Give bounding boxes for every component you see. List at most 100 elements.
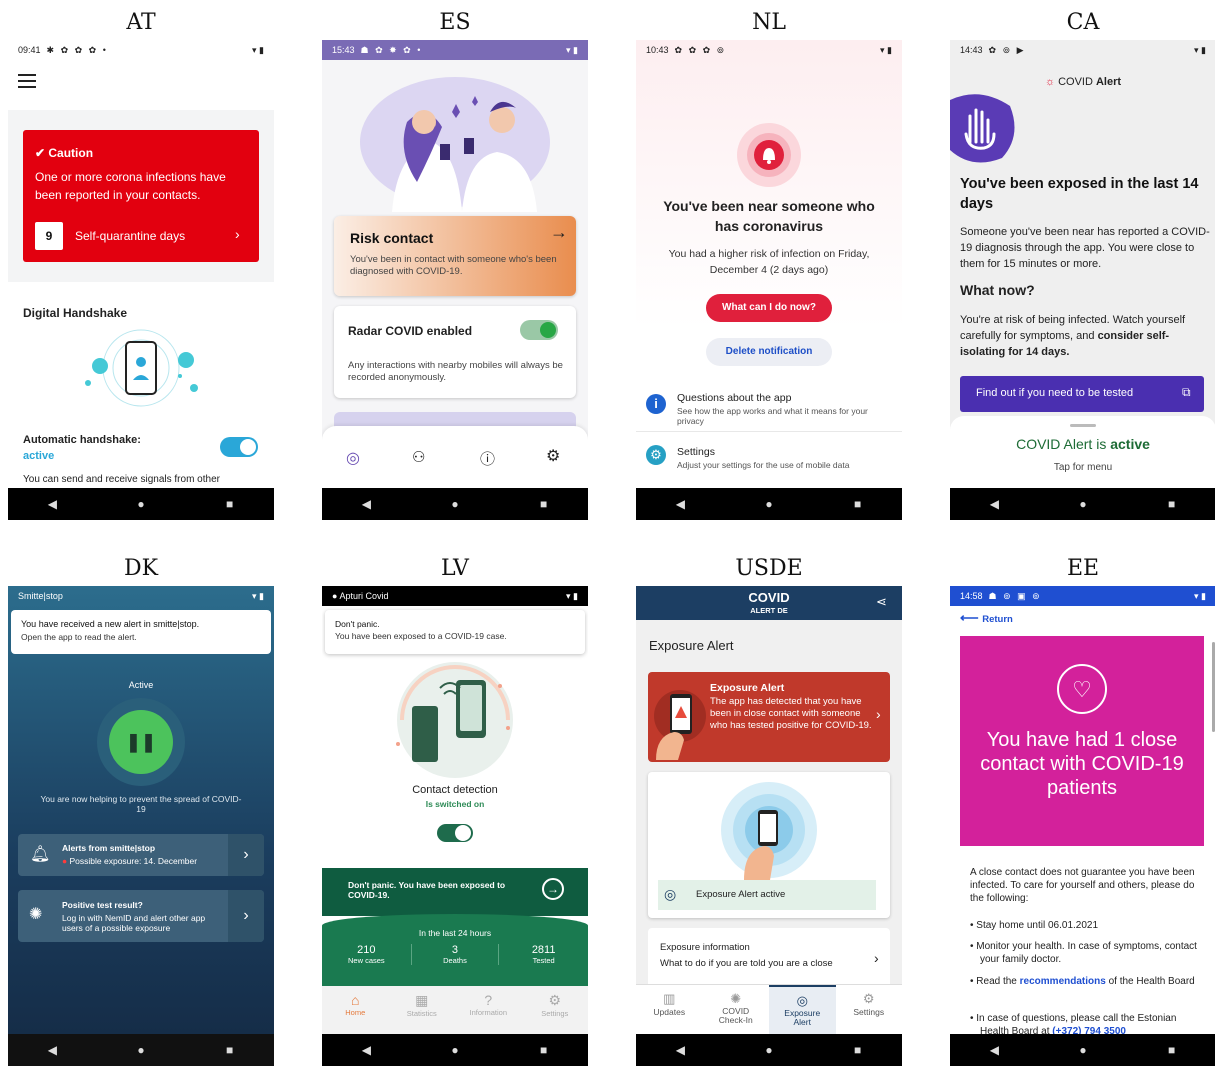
- gear-icon: ⚙: [646, 445, 666, 465]
- nav-home-icon[interactable]: ●: [425, 1043, 485, 1057]
- nav-back-icon[interactable]: ◀: [650, 1043, 710, 1057]
- share-icon[interactable]: ⋖: [876, 594, 887, 610]
- radar-text: Any interactions with nearby mobiles wil…: [348, 360, 563, 383]
- exposure-active-card[interactable]: ◎ Exposure Alert active: [648, 772, 890, 918]
- return-link[interactable]: ⟵ Return: [960, 610, 1013, 626]
- detect-toggle[interactable]: [437, 824, 473, 842]
- delete-notification-button[interactable]: Delete notification: [706, 338, 832, 366]
- hero-text: You have had 1 close contact with COVID-…: [980, 729, 1184, 799]
- auto-value: active: [23, 450, 55, 462]
- nav-home-icon[interactable]: ●: [111, 1043, 171, 1057]
- what-can-i-do-button[interactable]: What can I do now?: [706, 294, 832, 322]
- find-out-label: Find out if you need to be tested: [976, 387, 1134, 399]
- nav-recent-icon[interactable]: ■: [200, 497, 260, 511]
- tab-statistics[interactable]: ▦ Statistics: [389, 986, 455, 1034]
- pause-button[interactable]: ❚❚: [97, 698, 185, 786]
- status-time: 15:43: [332, 45, 355, 55]
- app-name-prefix: COVID: [1058, 76, 1093, 88]
- status-app: Apturi Covid: [339, 591, 389, 601]
- exposure-alert-card[interactable]: Exposure Alert The app has detected that…: [648, 672, 890, 762]
- exposure-info-item[interactable]: Exposure information What to do if you a…: [648, 928, 890, 984]
- find-out-button[interactable]: Find out if you need to be tested ⧉: [960, 376, 1204, 412]
- menu-icon[interactable]: [18, 74, 36, 88]
- tab-check-in[interactable]: ✺ COVID Check-In: [703, 985, 770, 1034]
- label-es: ES: [439, 10, 471, 35]
- nav-home-icon[interactable]: ●: [1053, 497, 1113, 511]
- help-icon[interactable]: ⓘ: [480, 448, 495, 469]
- drag-handle[interactable]: [1070, 424, 1096, 427]
- status-prefix: COVID Alert is: [1016, 436, 1107, 452]
- status-right: ▾ ▮: [252, 45, 264, 55]
- nav-back-icon[interactable]: ◀: [336, 1043, 396, 1057]
- tab-exposure-alert[interactable]: ◎ Exposure Alert: [769, 985, 836, 1034]
- tab-updates[interactable]: ▥ Updates: [636, 985, 703, 1034]
- status-time: 14:43: [960, 45, 983, 55]
- question-icon: ?: [484, 992, 493, 1008]
- nl-body: You had a higher risk of infection on Fr…: [668, 248, 870, 276]
- nav-recent-icon[interactable]: ■: [828, 1043, 888, 1057]
- check-icon: ✔: [35, 146, 49, 160]
- red-dot-icon: ●: [62, 856, 70, 866]
- label-at: AT: [126, 10, 156, 35]
- label-usde: USDE: [735, 556, 803, 581]
- info-icon: i: [646, 394, 666, 414]
- bell-icon: 🔔︎: [30, 846, 51, 863]
- nav-home-icon[interactable]: ●: [739, 497, 799, 511]
- arrow-left-icon: ⟵: [960, 610, 983, 625]
- people-illustration: [360, 77, 550, 212]
- notif-sub: You have been exposed to a COVID-19 case…: [335, 631, 507, 641]
- bullet-2: Monitor your health. In case of symptoms…: [976, 941, 1197, 965]
- info-title: Exposure information: [660, 942, 750, 953]
- nav-recent-icon[interactable]: ■: [514, 497, 574, 511]
- alert-notification[interactable]: You have received a new alert in smitte|…: [11, 610, 271, 654]
- nav-recent-icon[interactable]: ■: [1142, 497, 1202, 511]
- caution-title: Caution: [48, 146, 94, 160]
- nav-home-icon[interactable]: ●: [1053, 1043, 1113, 1057]
- nav-home-icon[interactable]: ●: [425, 497, 485, 511]
- contacts-icon[interactable]: ⚇: [412, 448, 425, 466]
- nav-home-icon[interactable]: ●: [739, 1043, 799, 1057]
- external-link-icon: ⧉: [1182, 385, 1191, 399]
- test-title: Positive test result?: [62, 900, 143, 910]
- nav-back-icon[interactable]: ◀: [22, 1043, 82, 1057]
- nav-back-icon[interactable]: ◀: [650, 497, 710, 511]
- nav-back-icon[interactable]: ◀: [22, 497, 82, 511]
- arrow-circle-icon: →: [542, 878, 564, 900]
- alerts-card[interactable]: 🔔︎ Alerts from smitte|stop ● Possible ex…: [18, 834, 264, 876]
- tab-information[interactable]: ? Information: [455, 986, 521, 1034]
- nav-recent-icon[interactable]: ■: [200, 1043, 260, 1057]
- radar-icon[interactable]: ◎: [346, 448, 360, 468]
- risk-contact-card[interactable]: Risk contact → You've been in contact wi…: [334, 216, 576, 296]
- nav-recent-icon[interactable]: ■: [828, 497, 888, 511]
- tab-settings[interactable]: ⚙ Settings: [522, 986, 588, 1034]
- nav-home-icon[interactable]: ●: [111, 497, 171, 511]
- recommendations-link[interactable]: recommendations: [1020, 976, 1106, 987]
- label-ee: EE: [1066, 556, 1100, 581]
- notif-title: You have received a new alert in smitte|…: [21, 619, 200, 629]
- exposed-banner[interactable]: Don't panic. You have been exposed to CO…: [322, 868, 588, 916]
- panic-notification[interactable]: Don't panic. You have been exposed to a …: [325, 610, 585, 654]
- status-right: ▾ ▮: [1194, 45, 1206, 55]
- radar-toggle[interactable]: [520, 320, 558, 340]
- settings-item[interactable]: ⚙ Settings Adjust your settings for the …: [636, 442, 902, 476]
- tab-settings[interactable]: ⚙ Settings: [836, 985, 903, 1034]
- handshake-toggle[interactable]: [220, 437, 258, 457]
- helping-text: You are now helping to prevent the sprea…: [40, 794, 242, 814]
- alerts-sub: Possible exposure: 14. December: [69, 856, 198, 866]
- nav-recent-icon[interactable]: ■: [1142, 1043, 1202, 1057]
- tab-home[interactable]: ⌂ Home: [322, 986, 388, 1034]
- nav-back-icon[interactable]: ◀: [336, 497, 396, 511]
- nav-back-icon[interactable]: ◀: [964, 1043, 1024, 1057]
- tap-menu[interactable]: Tap for menu: [950, 462, 1215, 473]
- nav-recent-icon[interactable]: ■: [514, 1043, 574, 1057]
- status-icons: ☗ ✿ ✸ ✿ •: [360, 45, 423, 55]
- section-title: Exposure Alert: [649, 638, 734, 653]
- nav-back-icon[interactable]: ◀: [964, 497, 1024, 511]
- status-time: 09:41: [18, 45, 41, 55]
- questions-item[interactable]: i Questions about the app See how the ap…: [636, 388, 902, 432]
- caution-card[interactable]: ✔ Caution One or more corona infections …: [23, 130, 259, 262]
- positive-test-card[interactable]: ✺ Positive test result? Log in with NemI…: [18, 890, 264, 942]
- ca-body: Someone you've been near has reported a …: [960, 226, 1210, 270]
- status-time: 10:43: [646, 45, 669, 55]
- gear-icon[interactable]: ⚙: [546, 446, 560, 466]
